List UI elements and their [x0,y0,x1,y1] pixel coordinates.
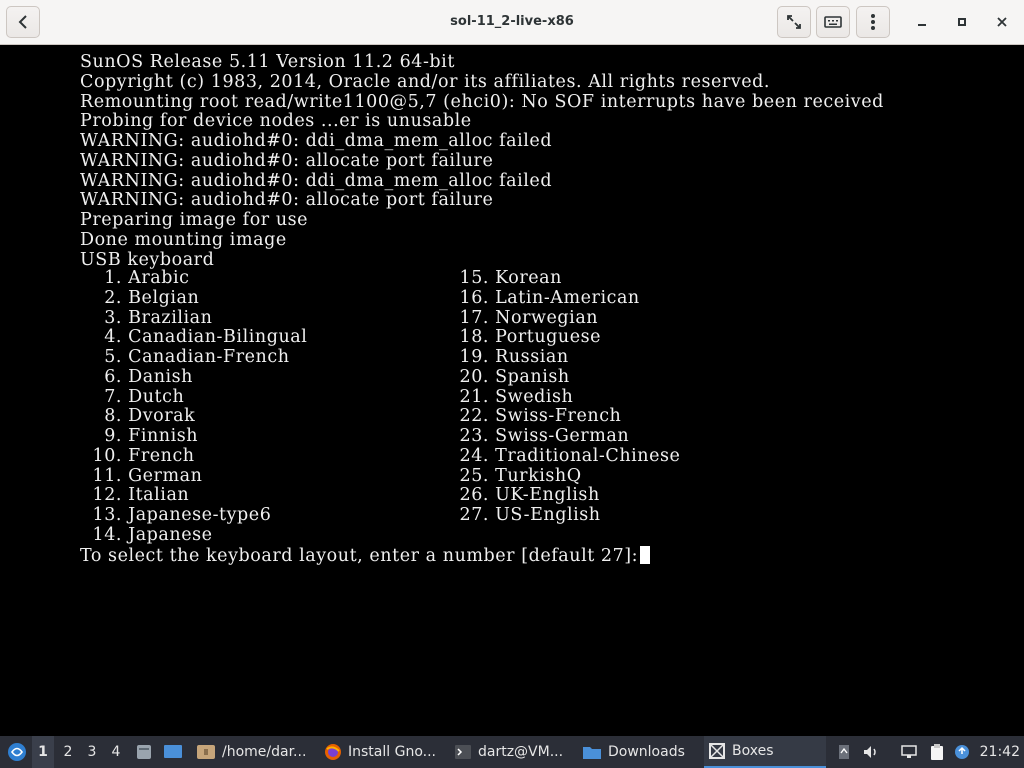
minimize-button[interactable] [910,10,934,34]
clipboard-icon [931,744,943,760]
task-downloads[interactable]: Downloads [578,736,700,768]
list-item: 21. Swedish [459,386,574,407]
list-item: 13. Japanese-type6 [92,505,272,525]
speaker-icon [864,746,876,758]
close-button[interactable] [990,10,1014,34]
window-title: sol-11_2-live-x86 [450,14,574,29]
task-label: Downloads [608,744,685,760]
list-item: 17. Norwegian [459,307,599,328]
update-shield-icon [955,745,969,759]
desktop-icon [164,745,182,758]
task-terminal[interactable]: dartz@VM... [450,736,574,768]
list-item: 3. Brazilian [104,307,213,328]
scroll-arrow-icon [839,745,849,759]
task-label: /home/dar... [222,744,307,760]
fullscreen-button[interactable] [777,6,811,38]
vm-console[interactable]: SunOS Release 5.11 Version 11.2 64-bit C… [0,45,1024,736]
taskbar: 1 2 3 4 /home/dar... Install Gno... dart… [0,736,1024,768]
terminal-icon [455,745,471,759]
maximize-icon [958,18,966,26]
boot-line: WARNING: audiohd#0: ddi_dma_mem_alloc fa… [80,170,553,191]
send-keys-button[interactable] [816,6,850,38]
prompt-text: To select the keyboard layout, enter a n… [80,546,639,566]
list-item: 22. Swiss-French [459,406,622,427]
maximize-button[interactable] [950,10,974,34]
list-item: 8. Dvorak [104,406,196,427]
network-wired-icon [901,745,917,758]
list-item: 4. Canadian-Bilingual [104,327,308,348]
boot-line: USB keyboard [80,249,215,270]
header-bar: sol-11_2-live-x86 [0,0,1024,45]
list-item: 10. French [92,445,195,466]
network-indicator[interactable] [898,736,920,768]
clipboard-indicator[interactable] [926,736,948,768]
volume-control[interactable] [860,736,882,768]
fullscreen-icon [787,15,801,29]
list-item: 2. Belgian [104,287,200,308]
start-menu-button[interactable] [4,736,30,768]
boot-line: Done mounting image [80,229,287,250]
boxes-icon [709,743,725,759]
file-manager-launcher[interactable] [132,736,156,768]
task-label: dartz@VM... [478,744,564,760]
kebab-menu-icon [871,14,875,30]
chevron-left-icon [18,15,27,29]
list-item: 14. Japanese [92,524,213,545]
workspace-4[interactable]: 4 [105,736,127,768]
boot-line: WARNING: audiohd#0: allocate port failur… [80,190,494,211]
close-icon [997,17,1007,27]
show-desktop-button[interactable] [160,736,186,768]
list-item: 5. Canadian-French [104,347,290,367]
list-item: 20. Spanish [459,366,570,387]
list-item: 26. UK-English [459,485,600,506]
text-cursor [640,546,651,564]
task-boxes[interactable]: Boxes [704,736,826,768]
update-indicator[interactable] [952,736,972,768]
menu-button[interactable] [856,6,890,38]
input-prompt[interactable]: To select the keyboard layout, enter a n… [80,546,651,567]
list-item: 24. Traditional-Chinese [459,445,681,466]
boot-line: Remounting root read/write1100@5,7 (ehci… [80,91,884,112]
list-item: 1. Arabic [104,268,190,288]
keyboard-column-right: 15. Korean 16. Latin-American 17. Norweg… [447,268,681,526]
keyboard-column-left: 1. Arabic 2. Belgian 3. Brazilian 4. Can… [80,268,308,546]
list-item: 12. Italian [92,485,190,506]
list-item: 11. German [92,465,203,486]
list-item: 9. Finnish [104,426,199,446]
boot-line: Copyright (c) 1983, 2014, Oracle and/or … [80,71,771,92]
list-item: 23. Swiss-German [459,426,630,446]
list-item: 25. TurkishQ [459,465,582,486]
drawer-icon [137,745,151,759]
boot-line: Probing for device nodes ...er is unusab… [80,111,472,132]
list-item: 6. Danish [104,366,194,387]
tray-scroll-up[interactable] [836,736,852,768]
task-label: Boxes [732,743,774,759]
boot-line: SunOS Release 5.11 Version 11.2 64-bit [80,52,455,72]
list-item: 16. Latin-American [459,287,640,308]
workspace-3[interactable]: 3 [81,736,103,768]
clock[interactable]: 21:42 [980,736,1020,768]
list-item: 15. Korean [459,268,562,288]
firefox-icon [325,744,341,760]
task-firefox[interactable]: Install Gno... [320,736,444,768]
list-item: 27. US-English [459,505,601,525]
distro-logo-icon [8,743,26,761]
boot-log: SunOS Release 5.11 Version 11.2 64-bit C… [80,52,884,270]
workspace-2[interactable]: 2 [57,736,79,768]
boot-line: WARNING: audiohd#0: allocate port failur… [80,150,494,171]
list-item: 18. Portuguese [459,327,602,348]
back-button[interactable] [6,6,40,38]
workspace-1[interactable]: 1 [32,736,54,768]
folder-icon [197,745,215,759]
list-item: 19. Russian [459,347,569,367]
folder-icon [583,747,601,759]
task-label: Install Gno... [348,744,436,760]
boot-line: WARNING: audiohd#0: ddi_dma_mem_alloc fa… [80,131,553,151]
boot-line: Preparing image for use [80,210,309,230]
task-home-folder[interactable]: /home/dar... [192,736,312,768]
minimize-icon [918,24,926,26]
keyboard-icon [824,16,842,28]
list-item: 7. Dutch [104,386,185,407]
